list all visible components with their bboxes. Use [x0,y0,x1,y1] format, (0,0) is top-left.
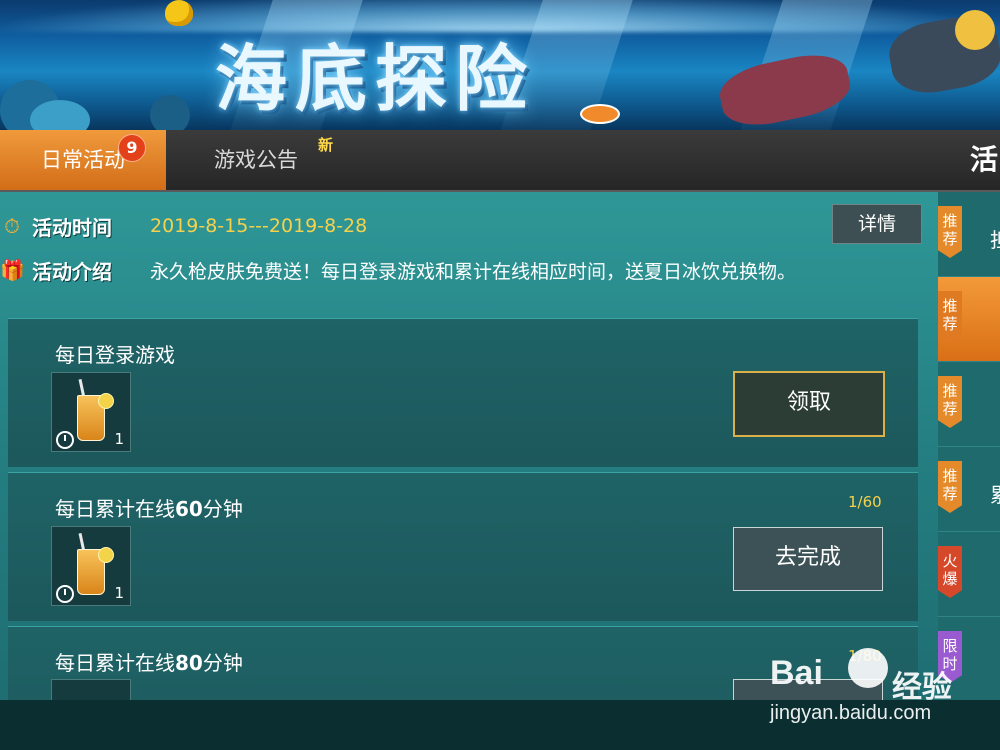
side-item[interactable]: 推荐 累 [938,447,1000,532]
task-title: 每日登录游戏 [55,339,175,368]
task-card: 每日登录游戏 1 领取 [8,318,918,467]
side-item[interactable]: 推荐 [938,277,1000,362]
hot-tag: 火爆 [938,546,962,598]
side-item[interactable]: 推荐 [938,362,1000,447]
diver-helmet [955,10,995,50]
clownfish-icon [580,104,620,124]
claim-button[interactable]: 领取 [733,371,885,437]
reward-item[interactable] [51,679,131,700]
tab-bar: 日常活动 9 游戏公告 新 活 [0,130,1000,192]
task-title-number: 60 [175,497,203,521]
side-item[interactable]: 推荐 担 [938,192,1000,277]
side-item[interactable]: 火爆 [938,532,1000,617]
details-button[interactable]: 详情 [832,204,922,244]
new-badge: 新 [318,136,334,154]
activity-time-row: ⏱ 活动时间 2019-8-15---2019-8-28 [0,206,367,246]
tab-edge-title: 活 [970,143,999,176]
task-card: 每日累计在线60分钟 1/60 1 去完成 [8,472,918,621]
limited-tag: 限时 [938,631,962,683]
recommend-tag: 推荐 [938,291,962,343]
task-card: 每日累计在线80分钟 1/80 [8,626,918,700]
recommend-tag: 推荐 [938,206,962,258]
coral-decoration [30,100,90,130]
task-title-text: 每日累计在线 [55,651,175,675]
clock-icon [56,585,74,603]
go-complete-button[interactable]: 去完成 [733,527,883,591]
reward-item[interactable]: 1 [51,526,131,606]
recommend-tag: 推荐 [938,461,962,513]
recommend-tag: 推荐 [938,376,962,428]
event-banner: 海底探险 [0,0,1000,130]
task-title-unit: 分钟 [202,651,243,675]
coral-decoration [150,95,190,130]
activity-time-label: 活动时间 [32,215,112,240]
reward-count: 1 [114,430,124,448]
tab-label: 游戏公告 [214,148,298,172]
lemon-slice-icon [98,393,114,409]
activity-intro-text: 永久枪皮肤免费送！每日登录游戏和累计在线相应时间，送夏日冰饮兑换物。 [150,260,797,283]
go-complete-button[interactable] [733,679,883,700]
task-title-number: 80 [175,651,203,675]
task-progress: 1/60 [848,493,882,511]
activity-intro-label: 活动介绍 [32,259,112,284]
side-item[interactable]: 限时 [938,617,1000,700]
task-title: 每日累计在线60分钟 [55,493,243,522]
reward-count: 1 [114,584,124,602]
task-progress: 1/80 [848,647,882,665]
side-item-label: 担 [990,224,1000,253]
activity-intro-row: 🎁 活动介绍 永久枪皮肤免费送！每日登录游戏和累计在线相应时间，送夏日冰饮兑换物… [0,250,796,290]
activity-panel: ⏱ 活动时间 2019-8-15---2019-8-28 详情 🎁 活动介绍 永… [0,192,938,700]
lemon-slice-icon [98,547,114,563]
reward-item[interactable]: 1 [51,372,131,452]
tab-label: 日常活动 [41,148,125,172]
side-navigation: 推荐 担 推荐 推荐 推荐 累 火爆 限时 [938,192,1000,700]
task-title-text: 每日累计在线 [55,497,175,521]
bottom-bar [0,700,1000,750]
task-title-unit: 分钟 [202,497,243,521]
banner-title: 海底探险 [215,37,536,121]
task-title-text: 每日登录游戏 [55,343,175,367]
side-item-label: 累 [990,479,1000,508]
rubber-duck-icon [165,0,193,26]
clock-icon [56,431,74,449]
stopwatch-icon: ⏱ [4,214,20,238]
task-title: 每日累计在线80分钟 [55,647,243,676]
notification-badge: 9 [118,134,146,162]
activity-time-value: 2019-8-15---2019-8-28 [150,215,368,237]
gift-icon: 🎁 [0,258,25,282]
